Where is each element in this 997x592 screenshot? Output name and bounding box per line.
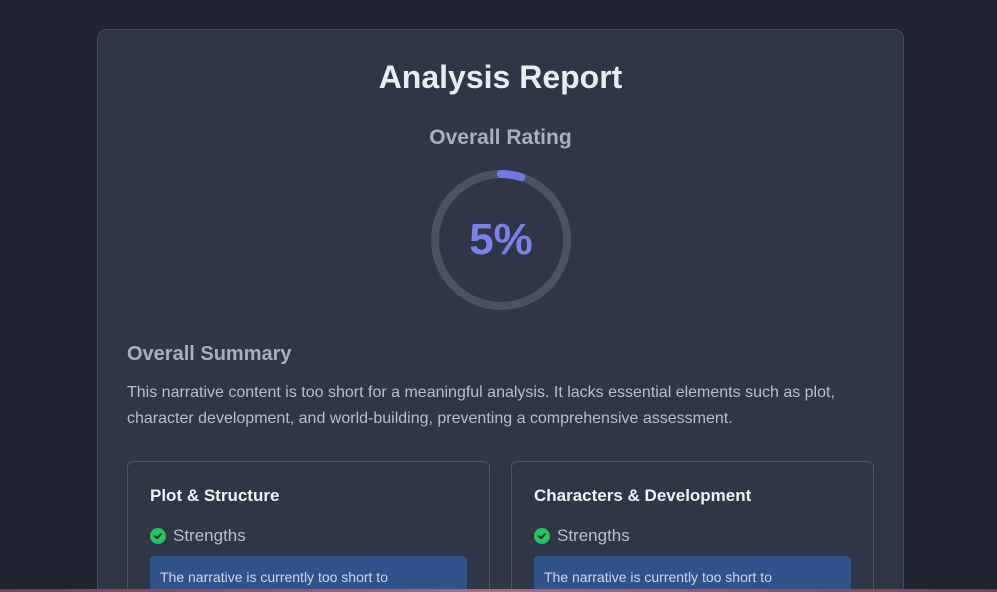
page: Analysis Report Overall Rating 5% Overal… [0, 0, 997, 592]
strengths-label: Strengths [557, 526, 630, 545]
strengths-heading: Strengths [150, 526, 246, 546]
analysis-report-card: Analysis Report Overall Rating 5% Overal… [97, 29, 904, 592]
report-title: Analysis Report [378, 59, 623, 95]
strength-note: The narrative is currently too short to [534, 556, 851, 592]
rating-gauge: 5% [429, 168, 573, 312]
overall-rating-label: Overall Rating [429, 126, 572, 149]
summary-text: This narrative content is too short for … [127, 384, 835, 427]
section-characters-development: Characters & Development Strengths The n… [511, 461, 874, 592]
section-plot-structure: Plot & Structure Strengths The narrative… [127, 461, 490, 592]
section-title: Characters & Development [534, 486, 752, 505]
summary-heading: Overall Summary [127, 343, 292, 365]
section-title: Plot & Structure [150, 486, 280, 505]
check-circle-icon [534, 528, 550, 544]
strength-note: The narrative is currently too short to [150, 556, 467, 592]
check-circle-icon [150, 528, 166, 544]
rating-value: 5% [469, 215, 533, 264]
strengths-label: Strengths [173, 526, 246, 545]
strengths-heading: Strengths [534, 526, 630, 546]
